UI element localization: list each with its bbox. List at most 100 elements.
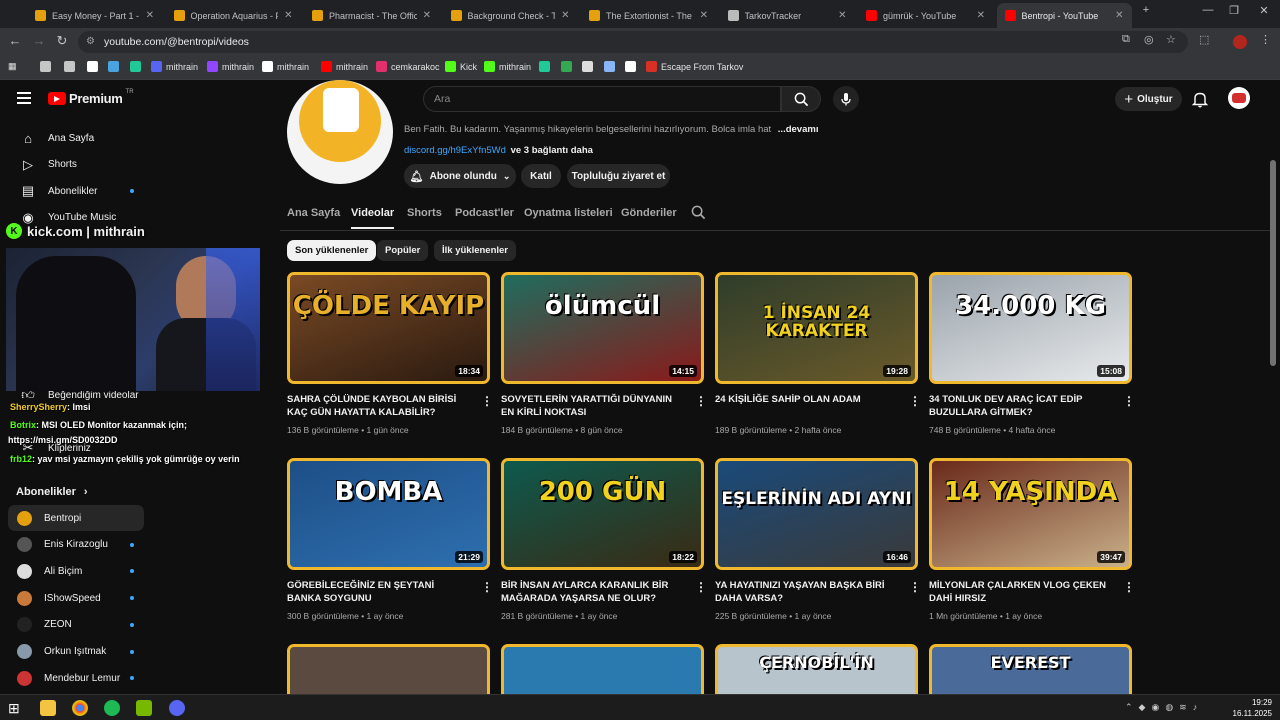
discord-icon[interactable] xyxy=(169,700,185,716)
video-title[interactable]: BİR İNSAN AYLARCA KARANLIK BİR MAĞARADA … xyxy=(501,579,681,605)
bookmark-item[interactable]: mithrain xyxy=(207,61,254,72)
more-options-icon[interactable]: ⋮ xyxy=(695,394,707,408)
bookmark-item[interactable] xyxy=(108,61,119,72)
video-thumbnail[interactable]: BOMBA 21:29 xyxy=(287,458,490,570)
channel-avatar[interactable] xyxy=(287,80,393,184)
clock[interactable]: 19:29 16.11.2025 xyxy=(1230,697,1272,719)
bookmark-item[interactable] xyxy=(604,61,615,72)
video-thumbnail[interactable]: 200 GÜN 18:22 xyxy=(501,458,704,570)
video-thumbnail[interactable]: EVEREST xyxy=(929,644,1132,694)
subscription-item[interactable]: IShowSpeed xyxy=(8,585,144,611)
browser-tab[interactable]: Pharmacist - The Official ✕ xyxy=(304,3,439,28)
tab-close-icon[interactable]: ✕ xyxy=(423,10,431,21)
install-icon[interactable]: ⧉ xyxy=(1122,33,1130,46)
video-thumbnail[interactable] xyxy=(287,644,490,694)
more-options-icon[interactable]: ⋮ xyxy=(1123,580,1135,594)
tab-close-icon[interactable]: ✕ xyxy=(146,10,154,21)
visit-community-button[interactable]: Topluluğu ziyaret et xyxy=(567,164,670,188)
back-icon[interactable]: ← xyxy=(6,33,24,48)
bookmark-item[interactable]: Kick xyxy=(445,61,477,72)
channel-tab[interactable]: Ana Sayfa xyxy=(287,207,340,219)
more-options-icon[interactable]: ⋮ xyxy=(1123,394,1135,408)
join-button[interactable]: Katıl xyxy=(521,164,561,188)
create-button[interactable]: + Oluştur xyxy=(1115,87,1182,111)
tab-close-icon[interactable]: ✕ xyxy=(700,10,708,21)
subscription-item[interactable]: Mendebur Lemur xyxy=(8,665,144,691)
video-thumbnail[interactable]: ölümcül 14:15 xyxy=(501,272,704,384)
address-bar[interactable]: ⚙ youtube.com/@bentropi/videos xyxy=(78,31,1188,53)
browser-tab[interactable]: Background Check - The ✕ xyxy=(443,3,578,28)
sidebar-item[interactable]: ▷ Shorts xyxy=(8,152,144,178)
more-options-icon[interactable]: ⋮ xyxy=(909,394,921,408)
video-title[interactable]: 34 TONLUK DEV ARAÇ İCAT EDİP BUZULLARA G… xyxy=(929,393,1109,419)
sidebar-item[interactable]: ⌂ Ana Sayfa xyxy=(8,125,144,151)
bookmark-item[interactable] xyxy=(561,61,572,72)
bookmark-item[interactable]: mithrain xyxy=(262,61,309,72)
subscription-item[interactable]: ZEON xyxy=(8,612,144,638)
description-more-link[interactable]: ...devamı xyxy=(778,124,819,135)
channel-tab[interactable]: Oynatma listeleri xyxy=(524,207,613,219)
video-title[interactable]: YA HAYATINIZI YAŞAYAN BAŞKA BİRİ DAHA VA… xyxy=(715,579,895,605)
browser-tab[interactable]: TarkovTracker ✕ xyxy=(720,3,855,28)
close-window-icon[interactable]: ✕ xyxy=(1252,4,1276,17)
video-title[interactable]: SOVYETLERİN YARATTIĞI DÜNYANIN EN KİRLİ … xyxy=(501,393,681,419)
subscription-item[interactable]: Bentropi xyxy=(8,505,144,531)
apps-grid-icon[interactable]: ▦ xyxy=(8,61,17,72)
more-links[interactable]: ve 3 bağlantı daha xyxy=(511,145,593,156)
video-thumbnail[interactable]: 14 YAŞINDA 39:47 xyxy=(929,458,1132,570)
bookmark-item[interactable]: Escape From Tarkov xyxy=(646,61,743,72)
hamburger-icon[interactable] xyxy=(17,92,31,104)
tab-close-icon[interactable]: ✕ xyxy=(1115,10,1123,21)
bookmark-item[interactable]: mithrain xyxy=(484,61,531,72)
video-title[interactable]: GÖREBİLECEĞİNİZ EN ŞEYTANİ BANKA SOYGUNU xyxy=(287,579,467,605)
subscriptions-header[interactable]: Abonelikler › xyxy=(16,486,88,498)
subscription-item[interactable]: Enis Kirazoglu xyxy=(8,532,144,558)
video-thumbnail[interactable]: ÇÖLDE KAYIP 18:34 xyxy=(287,272,490,384)
windows-start-icon[interactable]: ⊞ xyxy=(8,700,24,716)
youtube-premium-logo[interactable]: Premium TR xyxy=(48,89,134,106)
search-button[interactable] xyxy=(781,86,821,112)
bookmark-item[interactable] xyxy=(582,61,593,72)
subscription-item[interactable]: Ali Biçim xyxy=(8,558,144,584)
filter-chip[interactable]: Son yüklenenler xyxy=(287,240,377,261)
discord-link[interactable]: discord.gg/h9ExYfn5Wd xyxy=(404,145,506,156)
bookmark-star-icon[interactable]: ☆ xyxy=(1166,33,1176,46)
more-options-icon[interactable]: ⋮ xyxy=(909,580,921,594)
bookmark-item[interactable]: mithrain xyxy=(151,61,198,72)
spotify-icon[interactable] xyxy=(104,700,120,716)
video-title[interactable]: 24 KİŞİLİĞE SAHİP OLAN ADAM xyxy=(715,393,895,406)
subscription-item[interactable]: Orkun Işıtmak xyxy=(8,639,144,665)
voice-search-button[interactable] xyxy=(833,86,859,112)
extensions-icon[interactable]: ⬚ xyxy=(1199,33,1209,46)
minimize-icon[interactable]: — xyxy=(1196,4,1220,16)
more-options-icon[interactable]: ⋮ xyxy=(695,580,707,594)
forward-icon[interactable]: → xyxy=(30,33,48,48)
tab-close-icon[interactable]: ✕ xyxy=(561,10,569,21)
chrome-icon[interactable] xyxy=(72,700,88,716)
browser-tab[interactable]: Easy Money - Part 1 - The ✕ xyxy=(27,3,162,28)
channel-tab[interactable]: Shorts xyxy=(407,207,442,219)
video-title[interactable]: MİLYONLAR ÇALARKEN VLOG ÇEKEN DAHİ HIRSI… xyxy=(929,579,1109,605)
subscribed-button[interactable]: 🔔︎ Abone olundu ⌄ xyxy=(404,164,516,188)
more-options-icon[interactable]: ⋮ xyxy=(481,394,493,408)
bookmark-item[interactable] xyxy=(539,61,550,72)
bookmark-item[interactable]: cemkarakoc xyxy=(376,61,440,72)
reload-icon[interactable]: ↻ xyxy=(53,33,71,49)
filter-chip[interactable]: Popüler xyxy=(377,240,429,261)
bookmark-item[interactable] xyxy=(87,61,98,72)
video-thumbnail[interactable] xyxy=(501,644,704,694)
video-thumbnail[interactable]: EŞLERİNİN ADI AYNI 16:46 xyxy=(715,458,918,570)
notifications-bell-icon[interactable] xyxy=(1191,91,1209,113)
channel-tab[interactable]: Videolar xyxy=(351,207,395,229)
filter-chip[interactable]: İlk yüklenenler xyxy=(434,240,517,261)
bookmark-item[interactable] xyxy=(130,61,141,72)
browser-tab[interactable]: Operation Aquarius - Part ✕ xyxy=(166,3,301,28)
bookmark-item[interactable] xyxy=(40,61,51,72)
new-tab-button[interactable]: + xyxy=(1134,4,1158,16)
video-title[interactable]: SAHRA ÇÖLÜNDE KAYBOLAN BİRİSİ KAÇ GÜN HA… xyxy=(287,393,467,419)
page-scrollbar[interactable] xyxy=(1270,160,1276,366)
sidebar-item[interactable]: ▤ Abonelikler xyxy=(8,178,144,204)
eye-off-icon[interactable]: ◎ xyxy=(1144,33,1154,46)
browser-tab[interactable]: gümrük - YouTube ✕ xyxy=(858,3,993,28)
video-thumbnail[interactable]: 34.000 KG 15:08 xyxy=(929,272,1132,384)
